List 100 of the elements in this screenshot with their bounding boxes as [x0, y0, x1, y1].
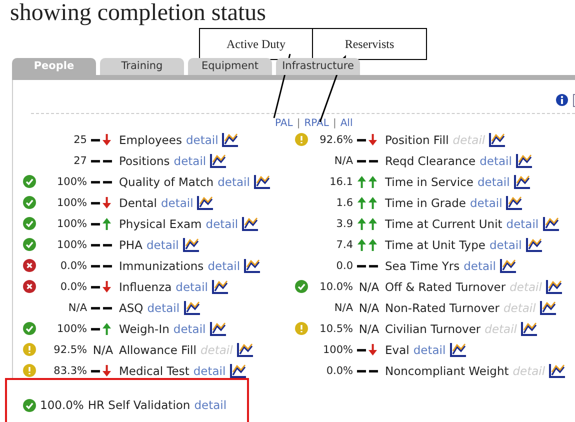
metric-label: Immunizations: [119, 258, 204, 272]
detail-link[interactable]: detail: [208, 258, 240, 272]
trend-text: N/A: [358, 280, 380, 294]
chart-icon[interactable]: [197, 195, 214, 210]
chart-icon[interactable]: [222, 132, 240, 147]
metric-value: 10.5%: [318, 322, 353, 334]
check-icon: [23, 196, 36, 209]
chart-icon[interactable]: [516, 153, 533, 168]
metric-value: 100%: [56, 322, 87, 334]
chart-icon[interactable]: [210, 321, 227, 336]
metric-label: Positions: [119, 154, 170, 168]
chart-icon[interactable]: [489, 132, 506, 147]
trend-text: N/A: [358, 322, 380, 336]
chart-icon[interactable]: [546, 279, 563, 294]
chart-icon[interactable]: [184, 300, 201, 315]
chart-icon[interactable]: [514, 174, 531, 189]
detail-link[interactable]: detail: [506, 216, 539, 230]
info-icon[interactable]: [556, 94, 568, 106]
metric-label: Time in Service: [385, 174, 474, 188]
metric-value: 100%: [56, 196, 87, 208]
check-icon: [23, 398, 36, 412]
chart-icon[interactable]: [542, 216, 560, 231]
chart-icon[interactable]: [549, 363, 566, 378]
chart-icon[interactable]: [520, 321, 538, 336]
detail-link[interactable]: detail: [206, 216, 238, 230]
check-icon: [23, 238, 36, 251]
check-icon: [23, 322, 36, 335]
detail-link[interactable]: detail: [413, 342, 446, 356]
warning-icon: [23, 364, 36, 377]
detail-link[interactable]: detail: [193, 364, 226, 378]
metric-label: Allowance Fill: [119, 342, 196, 356]
chart-icon[interactable]: [244, 258, 262, 273]
metric-value: 0.0%: [59, 280, 87, 292]
check-icon: [295, 280, 308, 293]
detail-link[interactable]: detail: [218, 174, 250, 188]
detail-link[interactable]: detail: [174, 154, 206, 168]
separator: |: [332, 118, 336, 129]
metric-value: 7.4: [335, 238, 353, 250]
chart-icon[interactable]: [506, 195, 524, 210]
cross-icon: [23, 259, 36, 272]
warning-icon: [23, 343, 36, 356]
metric-value: 16.1: [328, 176, 353, 188]
chart-icon[interactable]: [540, 300, 557, 315]
metric-label: Time at Unit Type: [385, 238, 486, 252]
metric-value: N/A: [67, 302, 87, 314]
metric-label: Time at Current Unit: [385, 216, 502, 230]
metric-value: 0.0%: [59, 260, 87, 272]
metric-label: Reqd Clearance: [385, 154, 476, 168]
tab[interactable]: Training: [100, 58, 184, 75]
chart-icon[interactable]: [182, 237, 200, 252]
filter-link[interactable]: All: [340, 118, 353, 129]
chart-icon[interactable]: [230, 363, 247, 378]
metric-value: 100%: [56, 176, 87, 188]
detail-link[interactable]: detail: [470, 196, 502, 210]
metric-label: Eval: [385, 342, 410, 356]
chart-icon[interactable]: [500, 258, 517, 273]
detail-link[interactable]: detail: [490, 238, 522, 252]
metric-value: N/A: [333, 154, 353, 166]
trend-text: N/A: [92, 342, 114, 356]
detail-link[interactable]: detail: [480, 154, 512, 168]
metric-label: Non-Rated Turnover: [385, 300, 500, 314]
metric-value: 25: [72, 134, 87, 146]
chart-icon[interactable]: [450, 342, 467, 357]
metric-label: Dental: [119, 196, 157, 210]
detail-link[interactable]: detail: [173, 322, 206, 336]
chart-icon[interactable]: [526, 237, 543, 252]
metric-label: PHA: [119, 238, 142, 252]
tab[interactable]: Equipment: [188, 58, 272, 75]
metric-label: ASQ: [119, 300, 144, 314]
metric-label: Sea Time Yrs: [385, 258, 460, 272]
chart-icon[interactable]: [236, 342, 254, 357]
chart-icon[interactable]: [254, 174, 271, 189]
chart-icon[interactable]: [210, 153, 228, 168]
tab[interactable]: People: [12, 58, 96, 75]
chart-icon[interactable]: [242, 216, 260, 231]
detail-link[interactable]: detail: [194, 398, 227, 412]
callout-label: Reservists: [312, 28, 427, 60]
tab[interactable]: Infrastructure: [276, 58, 360, 75]
detail-link[interactable]: detail: [147, 300, 180, 314]
metric-label: Noncompliant Weight: [385, 364, 509, 378]
metric-value: 83.3%: [52, 364, 87, 376]
metric-value: 100%: [322, 344, 353, 356]
filter-link[interactable]: PAL: [275, 118, 293, 129]
chart-icon[interactable]: [212, 279, 229, 294]
metric-label: Influenza: [119, 280, 172, 294]
cross-icon: [23, 280, 36, 293]
metric-value: 0.0: [335, 260, 353, 272]
detail-link[interactable]: detail: [477, 174, 510, 188]
detail-link[interactable]: detail: [160, 196, 194, 210]
metric-label: Off & Rated Turnover: [385, 280, 506, 294]
metric-value: N/A: [333, 302, 353, 314]
detail-link[interactable]: detail: [176, 280, 208, 294]
detail-link[interactable]: detail: [146, 238, 179, 252]
detail-link[interactable]: detail: [186, 132, 218, 146]
check-icon: [23, 217, 36, 230]
filter-link[interactable]: RPAL: [304, 118, 329, 129]
metric-label: HR Self Validation: [88, 398, 190, 412]
detail-link[interactable]: detail: [464, 258, 496, 272]
metric-value: 92.5%: [52, 344, 87, 356]
trend-text: N/A: [358, 300, 380, 314]
